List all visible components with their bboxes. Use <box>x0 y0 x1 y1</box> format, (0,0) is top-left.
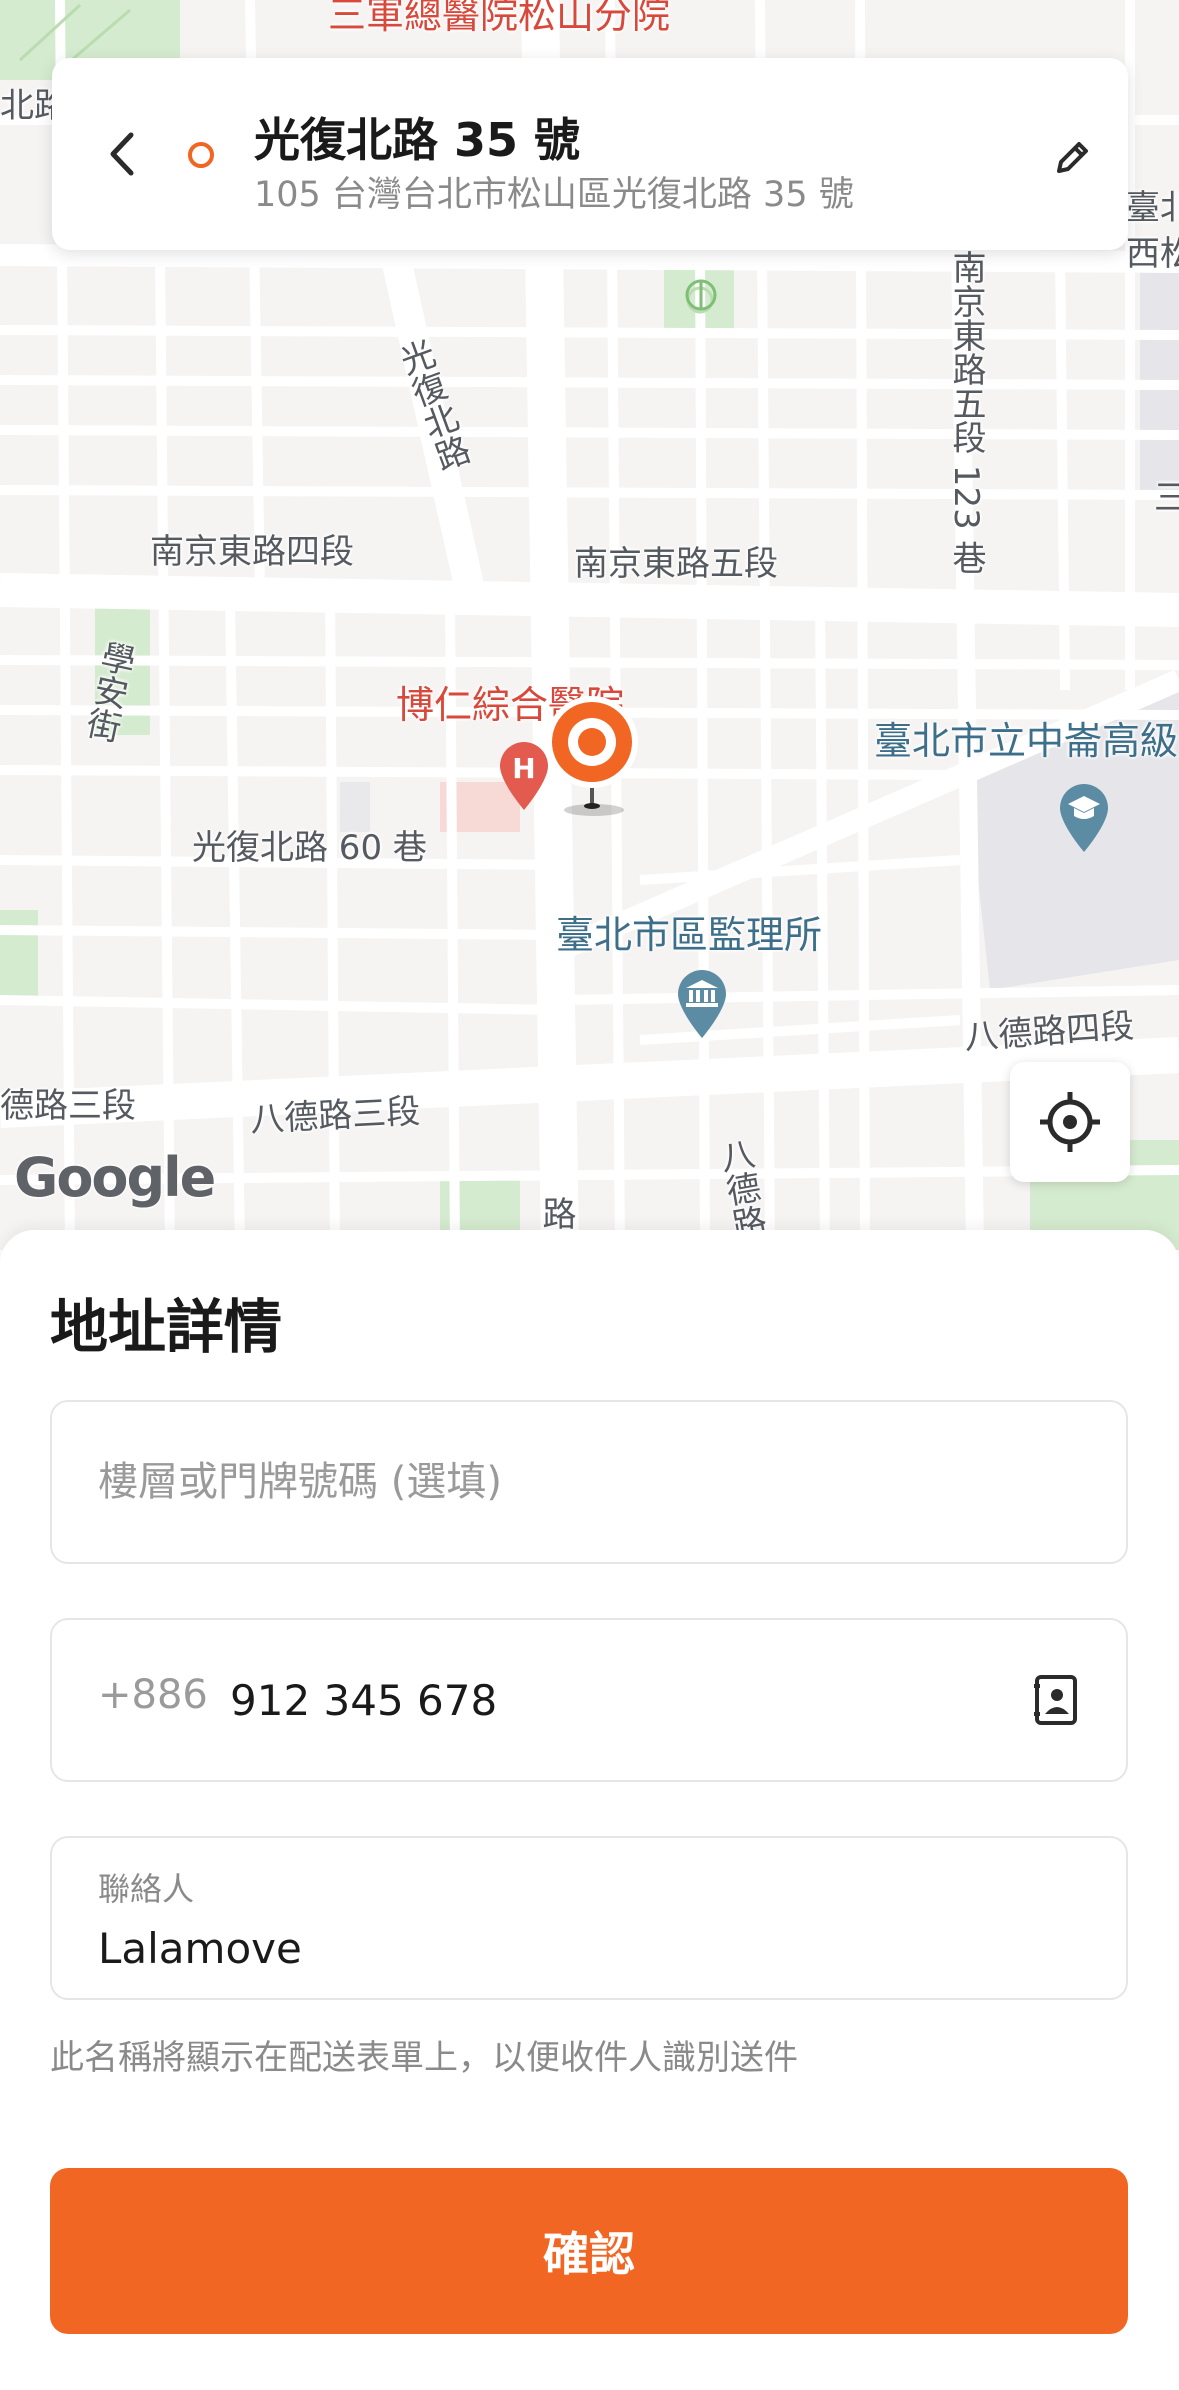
address-subtitle: 105 台灣台北市松山區光復北路 35 號 <box>254 175 854 215</box>
contact-book-icon <box>1034 1675 1077 1725</box>
confirm-button[interactable]: 確認 <box>50 2168 1128 2334</box>
address-details-sheet: 地址詳情 +886 聯絡人 此名稱將顯示在配送表單上，以便收件人識別送件 <box>0 1230 1179 2390</box>
phone-field[interactable]: +886 <box>50 1618 1128 1782</box>
google-attribution: Google <box>14 1146 216 1209</box>
contact-name-input[interactable] <box>98 1920 1078 1976</box>
map-label-edge-right-3: 三 <box>1154 478 1179 518</box>
location-pin-icon <box>538 692 648 822</box>
map-label-sanjun-hospital: 三軍總醫院松山分院 <box>328 0 671 37</box>
school-pin-icon[interactable] <box>1056 782 1112 854</box>
map-label-edge-right-1: 臺北 <box>1126 188 1179 228</box>
map-label-nanjing-5: 南京東路五段 <box>574 544 778 584</box>
map-label-bade-3-left: 德路三段 <box>0 1086 136 1126</box>
svg-text:H: H <box>512 752 535 785</box>
contact-name-field[interactable]: 聯絡人 <box>50 1836 1128 2000</box>
pencil-icon <box>1057 142 1088 173</box>
map-label-guangfu-lane60: 光復北路 60 巷 <box>192 828 427 868</box>
map-label-bade-3: 八德路三段 <box>249 1091 422 1141</box>
contact-helper-text: 此名稱將顯示在配送表單上，以便收件人識別送件 <box>50 2038 798 2078</box>
map-label-nanjing-4: 南京東路四段 <box>150 532 354 572</box>
phone-country-code[interactable]: +886 <box>98 1672 208 1718</box>
screen: 三軍總醫院松山分院 北路 臺北 西松 三 光復北路 南京東路五段 123 巷 南… <box>0 0 1179 2390</box>
map-label-zhonglun-high: 臺北市立中崙高級 <box>874 719 1179 763</box>
sheet-title: 地址詳情 <box>50 1293 283 1361</box>
origin-dot-icon <box>188 142 214 168</box>
phone-input[interactable] <box>230 1620 1010 1780</box>
address-title: 光復北路 35 號 <box>254 113 581 167</box>
chevron-left-icon <box>110 132 134 176</box>
back-button[interactable] <box>88 116 158 192</box>
address-card: 光復北路 35 號 105 台灣台北市松山區光復北路 35 號 <box>52 58 1128 250</box>
map-label-edge-right-2: 西松 <box>1126 234 1179 274</box>
map-label-nanjing-lane123: 南京東路五段 123 巷 <box>946 250 986 575</box>
contact-name-label: 聯絡人 <box>98 1870 195 1908</box>
my-location-button[interactable] <box>1010 1062 1130 1182</box>
map-label-road-bottom: 路 <box>536 1196 576 1230</box>
government-pin-icon[interactable] <box>674 968 730 1040</box>
floor-field[interactable] <box>50 1400 1128 1564</box>
floor-input[interactable] <box>98 1402 1058 1562</box>
map-label-motor-office: 臺北市區監理所 <box>556 913 823 957</box>
crosshair-icon <box>1040 1092 1100 1152</box>
contact-book-button[interactable] <box>1028 1672 1084 1728</box>
park-icon <box>678 272 724 318</box>
edit-address-button[interactable] <box>1040 124 1106 190</box>
